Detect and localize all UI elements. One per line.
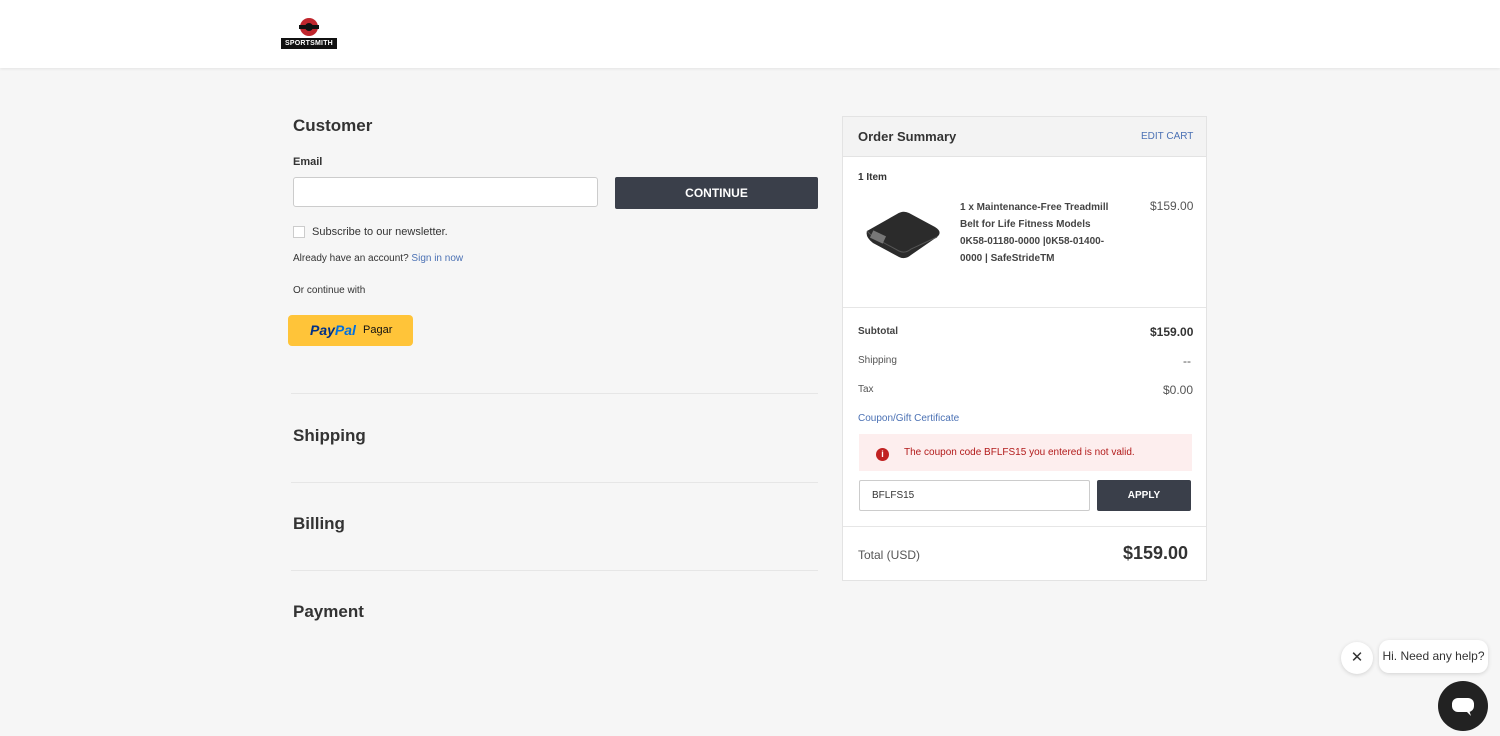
newsletter-label: Subscribe to our newsletter. [312, 226, 448, 238]
divider [291, 393, 818, 394]
treadmill-belt-image [866, 211, 940, 259]
item-count: 1 Item [858, 172, 887, 183]
coupon-error-alert: i The coupon code BFLFS15 you entered is… [859, 434, 1192, 471]
order-summary-header: Order Summary EDIT CART [843, 117, 1206, 157]
divider [291, 570, 818, 571]
sportsmith-logo[interactable]: SPORTSMITH [281, 16, 337, 49]
chat-icon [1452, 698, 1474, 716]
account-prompt: Already have an account? Sign in now [293, 253, 463, 264]
coupon-link[interactable]: Coupon/Gift Certificate [858, 413, 959, 424]
paypal-label: Pagar [363, 324, 393, 336]
total-value: $159.00 [1123, 543, 1189, 563]
email-field[interactable] [293, 177, 598, 207]
apply-button[interactable]: APPLY [1097, 480, 1191, 511]
paypal-logo-pay: Pay [310, 322, 335, 338]
shipping-value: -- [1183, 354, 1191, 368]
divider [843, 307, 1206, 308]
edit-cart-link[interactable]: EDIT CART [1141, 131, 1193, 142]
signin-link[interactable]: Sign in now [411, 253, 463, 264]
logo-text: SPORTSMITH [281, 38, 337, 49]
account-prompt-text: Already have an account? [293, 253, 409, 264]
or-continue-text: Or continue with [293, 285, 366, 296]
tax-value: $0.00 [1163, 383, 1194, 397]
divider [291, 482, 818, 483]
chat-greeting[interactable]: Hi. Need any help? [1379, 640, 1488, 673]
payment-title[interactable]: Payment [293, 602, 364, 622]
order-summary-title: Order Summary [858, 129, 957, 144]
tax-label: Tax [858, 384, 874, 395]
customer-title: Customer [293, 116, 373, 135]
total-label: Total (USD) [858, 548, 921, 562]
divider [843, 526, 1206, 527]
paypal-button[interactable]: PayPal Pagar [288, 315, 413, 346]
chat-launcher-button[interactable] [1438, 681, 1488, 731]
logo-emblem-icon [299, 18, 319, 36]
email-label: Email [293, 156, 323, 168]
product-name: 1 x Maintenance-Free Treadmill Belt for … [960, 202, 1109, 264]
coupon-error-message: The coupon code BFLFS15 you entered is n… [904, 447, 1135, 458]
continue-button[interactable]: CONTINUE [615, 177, 818, 209]
paypal-logo: PayPal [310, 322, 356, 338]
chat-close-icon[interactable]: ✕ [1341, 642, 1373, 674]
error-icon: i [876, 448, 889, 461]
order-summary: Order Summary EDIT CART 1 Item 1 x Maint… [842, 116, 1207, 581]
subtotal-label: Subtotal [858, 326, 898, 337]
product-price: $159.00 [1150, 199, 1194, 213]
newsletter-checkbox[interactable] [293, 226, 305, 238]
site-header: SPORTSMITH [0, 0, 1500, 68]
coupon-input[interactable] [859, 480, 1090, 511]
subtotal-value: $159.00 [1150, 325, 1194, 339]
billing-title[interactable]: Billing [293, 514, 345, 534]
shipping-title[interactable]: Shipping [293, 426, 366, 446]
shipping-label: Shipping [858, 355, 897, 366]
paypal-logo-pal: Pal [334, 322, 356, 338]
